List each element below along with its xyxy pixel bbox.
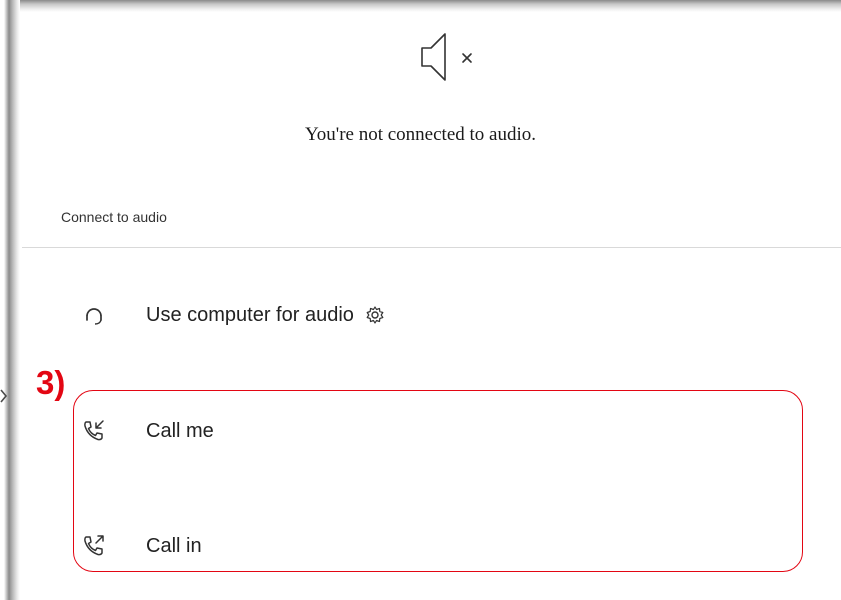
window-shadow-left [0, 0, 20, 600]
use-computer-audio-label: Use computer for audio [146, 303, 354, 326]
section-divider [22, 247, 841, 248]
headset-icon [76, 301, 112, 329]
connect-to-audio-label: Connect to audio [61, 209, 167, 225]
use-computer-audio-option[interactable]: Use computer for audio [70, 293, 590, 337]
annotation-highlight-box [73, 390, 803, 572]
annotation-step-number: 3) [36, 364, 66, 401]
side-arrow-icon [0, 389, 8, 403]
window-shadow-top [0, 0, 841, 12]
gear-icon[interactable] [364, 304, 386, 326]
speaker-muted-icon [421, 33, 472, 81]
not-connected-message: You're not connected to audio. [304, 124, 537, 145]
audio-panel: You're not connected to audio. Connect t… [0, 0, 841, 600]
